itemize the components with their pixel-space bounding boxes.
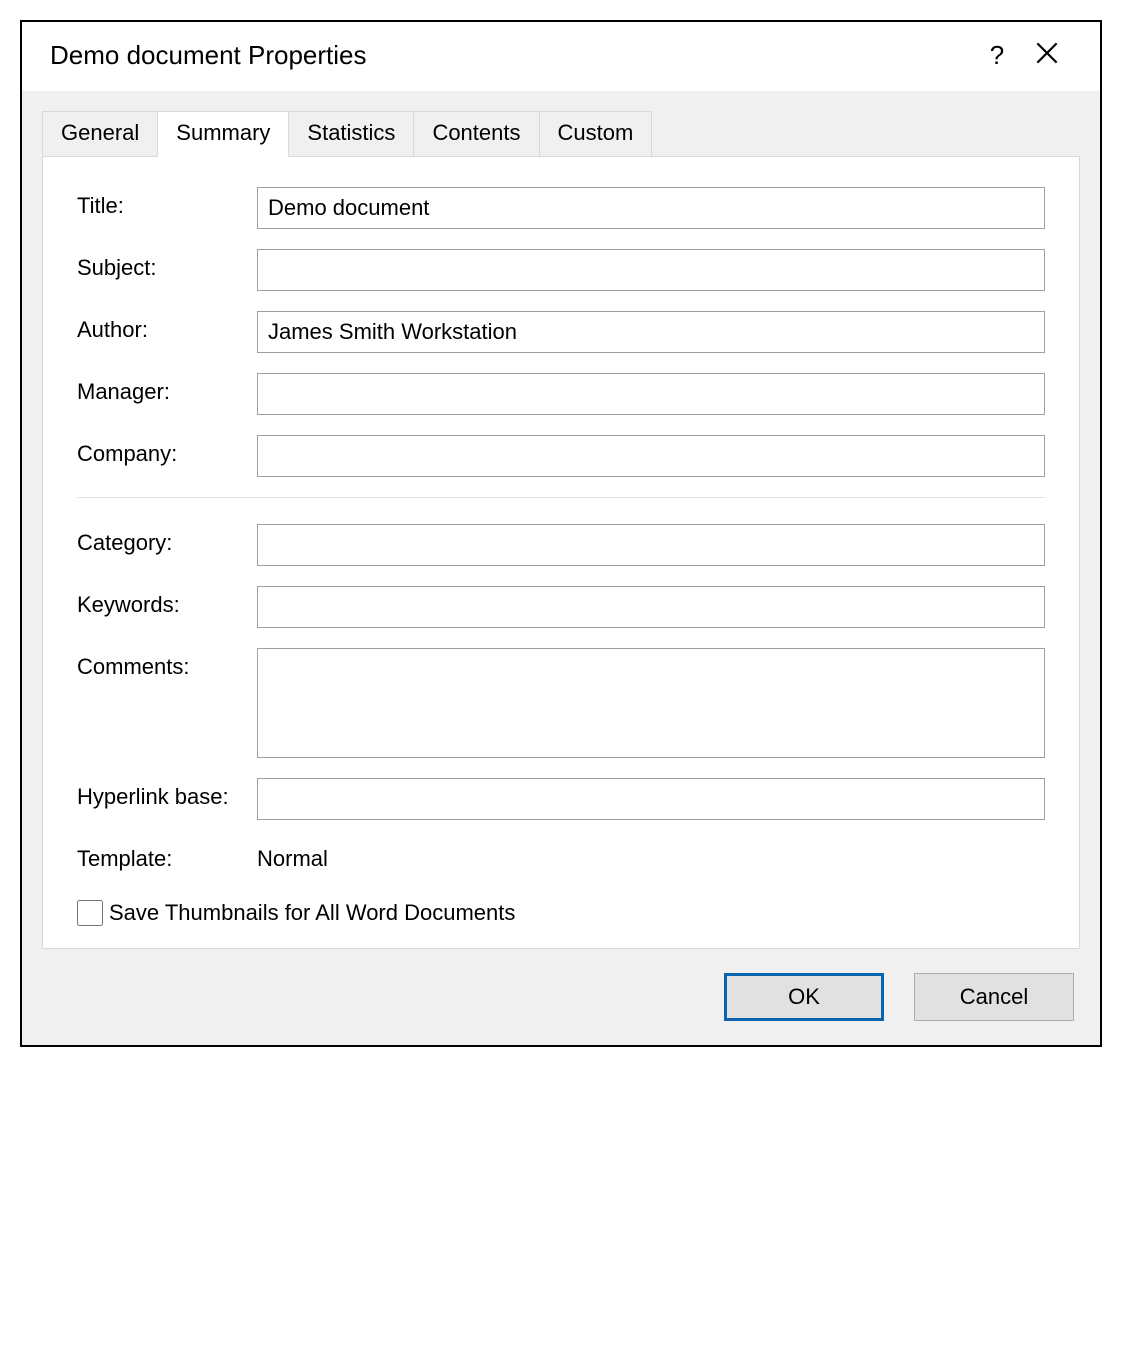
save-thumbnails-checkbox[interactable] bbox=[77, 900, 103, 926]
title-field[interactable] bbox=[257, 187, 1045, 229]
tab-statistics[interactable]: Statistics bbox=[288, 111, 414, 156]
manager-field[interactable] bbox=[257, 373, 1045, 415]
row-save-thumbnails: Save Thumbnails for All Word Documents bbox=[77, 900, 1045, 926]
row-comments: Comments: bbox=[77, 648, 1045, 758]
template-value: Normal bbox=[257, 840, 1045, 872]
label-author: Author: bbox=[77, 311, 257, 343]
row-hyperlink-base: Hyperlink base: bbox=[77, 778, 1045, 820]
label-company: Company: bbox=[77, 435, 257, 467]
tabstrip: General Summary Statistics Contents Cust… bbox=[42, 111, 1080, 156]
company-field[interactable] bbox=[257, 435, 1045, 477]
label-category: Category: bbox=[77, 524, 257, 556]
label-title: Title: bbox=[77, 187, 257, 219]
subject-field[interactable] bbox=[257, 249, 1045, 291]
label-subject: Subject: bbox=[77, 249, 257, 281]
row-author: Author: bbox=[77, 311, 1045, 353]
row-subject: Subject: bbox=[77, 249, 1045, 291]
label-keywords: Keywords: bbox=[77, 586, 257, 618]
tab-custom[interactable]: Custom bbox=[539, 111, 653, 156]
label-comments: Comments: bbox=[77, 648, 257, 680]
dialog-button-row: OK Cancel bbox=[42, 973, 1080, 1021]
comments-field[interactable] bbox=[257, 648, 1045, 758]
tab-contents[interactable]: Contents bbox=[413, 111, 539, 156]
titlebar: Demo document Properties ? bbox=[22, 22, 1100, 91]
dialog-client-area: General Summary Statistics Contents Cust… bbox=[22, 91, 1100, 1045]
tab-summary[interactable]: Summary bbox=[157, 111, 289, 157]
row-category: Category: bbox=[77, 524, 1045, 566]
label-manager: Manager: bbox=[77, 373, 257, 405]
row-manager: Manager: bbox=[77, 373, 1045, 415]
close-icon[interactable] bbox=[1022, 40, 1072, 71]
row-keywords: Keywords: bbox=[77, 586, 1045, 628]
hyperlink-base-field[interactable] bbox=[257, 778, 1045, 820]
section-divider bbox=[77, 497, 1045, 498]
label-template: Template: bbox=[77, 840, 257, 872]
dialog-title: Demo document Properties bbox=[50, 40, 972, 71]
properties-dialog: Demo document Properties ? General Summa… bbox=[20, 20, 1102, 1047]
row-title: Title: bbox=[77, 187, 1045, 229]
label-save-thumbnails[interactable]: Save Thumbnails for All Word Documents bbox=[109, 900, 515, 926]
help-icon[interactable]: ? bbox=[972, 40, 1022, 71]
summary-tabpanel: Title: Subject: Author: Manager: Company… bbox=[42, 156, 1080, 949]
label-hyperlink-base: Hyperlink base: bbox=[77, 778, 257, 810]
category-field[interactable] bbox=[257, 524, 1045, 566]
keywords-field[interactable] bbox=[257, 586, 1045, 628]
ok-button[interactable]: OK bbox=[724, 973, 884, 1021]
author-field[interactable] bbox=[257, 311, 1045, 353]
tab-general[interactable]: General bbox=[42, 111, 158, 156]
cancel-button[interactable]: Cancel bbox=[914, 973, 1074, 1021]
row-template: Template: Normal bbox=[77, 840, 1045, 872]
row-company: Company: bbox=[77, 435, 1045, 477]
